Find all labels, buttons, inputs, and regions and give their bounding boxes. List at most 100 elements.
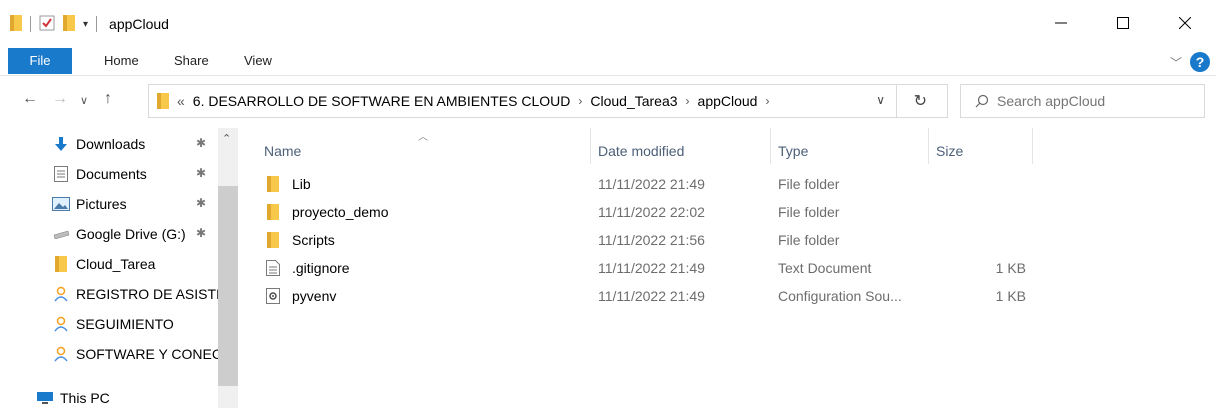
column-separator[interactable] (1032, 128, 1033, 164)
sidebar-scroll-thumb[interactable] (218, 186, 238, 386)
properties-checkbox-icon[interactable] (39, 15, 55, 34)
forward-arrow-icon[interactable]: → (52, 90, 68, 108)
pin-icon[interactable]: ✱ (196, 136, 206, 150)
title-separator (30, 16, 31, 32)
pin-icon[interactable]: ✱ (196, 196, 206, 210)
title-separator (96, 16, 98, 32)
sidebar-item-seguimiento[interactable]: SEGUIMIENTO (52, 310, 218, 338)
folder-icon (52, 255, 70, 273)
file-name: .gitignore (292, 260, 350, 276)
column-header-size[interactable]: Size (936, 138, 963, 164)
minimize-button[interactable] (1030, 0, 1092, 46)
chevron-down-icon[interactable]: ∨ (876, 93, 885, 107)
file-row[interactable]: .gitignore 11/11/2022 21:49 Text Documen… (264, 254, 1044, 282)
file-row[interactable]: proyecto_demo 11/11/2022 22:02 File fold… (264, 198, 1044, 226)
file-date: 11/11/2022 21:56 (598, 232, 705, 248)
folder-icon (10, 14, 22, 34)
recent-locations-icon[interactable]: ∨ (80, 94, 88, 107)
column-separator[interactable] (590, 128, 591, 164)
close-button[interactable] (1154, 0, 1216, 46)
sidebar-item-label: SEGUIMIENTO (76, 316, 174, 332)
column-header-name[interactable]: Name (264, 138, 301, 164)
up-arrow-icon[interactable]: ↑ (104, 90, 112, 108)
text-file-icon (264, 259, 282, 277)
file-name: Lib (292, 176, 311, 192)
sort-ascending-icon: ︿ (418, 132, 428, 143)
sidebar-item-this-pc[interactable]: This PC (36, 384, 202, 408)
customize-toolbar-icon[interactable]: ▾ (83, 19, 88, 30)
window-controls (1030, 0, 1216, 46)
address-divider (896, 85, 897, 117)
search-icon (975, 94, 989, 108)
chevron-right-icon[interactable]: › (686, 94, 690, 108)
folder-icon (264, 175, 282, 193)
drive-icon (52, 225, 70, 243)
sidebar-item-pictures[interactable]: Pictures (52, 190, 218, 218)
tab-home[interactable]: Home (104, 46, 139, 76)
pin-icon[interactable]: ✱ (196, 226, 206, 240)
tab-view[interactable]: View (244, 46, 272, 76)
expand-ribbon-icon[interactable]: ﹀ (1170, 54, 1182, 71)
download-arrow-icon (52, 135, 70, 153)
refresh-icon[interactable]: ↻ (914, 91, 927, 111)
column-separator[interactable] (928, 128, 929, 164)
file-date: 11/11/2022 21:49 (598, 288, 705, 304)
config-file-icon (264, 287, 282, 305)
ribbon-right-controls: ﹀ ? (1170, 52, 1210, 72)
sidebar-item-registro[interactable]: REGISTRO DE ASISTI (52, 280, 218, 308)
search-input[interactable] (997, 93, 1187, 109)
chevron-right-icon[interactable]: › (765, 94, 769, 108)
close-icon (1179, 17, 1191, 29)
sidebar-item-cloud-tarea[interactable]: Cloud_Tarea (52, 250, 218, 278)
scroll-up-arrow-icon[interactable]: ⌃ (222, 132, 231, 145)
pictures-icon (52, 195, 70, 213)
shared-folder-icon (52, 315, 70, 333)
sidebar-item-label: Pictures (76, 196, 127, 212)
file-row[interactable]: pyvenv 11/11/2022 21:49 Configuration So… (264, 282, 1044, 310)
sidebar-item-downloads[interactable]: Downloads (52, 130, 218, 158)
column-separator[interactable] (770, 128, 771, 164)
file-type: File folder (778, 204, 840, 220)
sidebar-item-label: SOFTWARE Y CONEC (76, 346, 218, 362)
sidebar-item-label: This PC (60, 390, 110, 406)
file-date: 11/11/2022 21:49 (598, 260, 705, 276)
tab-file[interactable]: File (8, 48, 72, 74)
minimize-icon (1055, 22, 1067, 24)
help-icon[interactable]: ? (1190, 52, 1210, 72)
file-name: proyecto_demo (292, 204, 389, 220)
sidebar-item-label: Documents (76, 166, 147, 182)
file-row[interactable]: Lib 11/11/2022 21:49 File folder (264, 170, 1044, 198)
chevron-right-icon[interactable]: › (578, 94, 582, 108)
sidebar-item-software[interactable]: SOFTWARE Y CONEC (52, 340, 218, 368)
search-box[interactable] (960, 84, 1205, 118)
breadcrumb-overflow[interactable]: « (177, 93, 185, 109)
folder-icon (264, 203, 282, 221)
breadcrumb-item[interactable]: 6. DESARROLLO DE SOFTWARE EN AMBIENTES C… (193, 93, 571, 109)
breadcrumb-item[interactable]: Cloud_Tarea3 (590, 93, 677, 109)
quick-access-toolbar: ▾ appCloud (10, 14, 169, 34)
file-list: ︿ Name Date modified Type Size Lib 11/11… (238, 128, 1216, 408)
file-type: File folder (778, 176, 840, 192)
new-folder-icon[interactable] (63, 14, 75, 34)
tab-share[interactable]: Share (174, 46, 209, 76)
file-size: 1 KB (995, 260, 1026, 276)
pin-icon[interactable]: ✱ (196, 166, 206, 180)
breadcrumb-item[interactable]: appCloud (698, 93, 758, 109)
sidebar-item-google-drive[interactable]: Google Drive (G:) (52, 220, 218, 248)
file-row[interactable]: Scripts 11/11/2022 21:56 File folder (264, 226, 1044, 254)
file-size: 1 KB (995, 288, 1026, 304)
file-name: Scripts (292, 232, 335, 248)
navigation-pane: Downloads ✱ Documents ✱ Pictures ✱ Googl… (0, 128, 238, 408)
maximize-button[interactable] (1092, 0, 1154, 46)
address-bar[interactable]: « 6. DESARROLLO DE SOFTWARE EN AMBIENTES… (148, 84, 948, 118)
column-header-type[interactable]: Type (778, 138, 808, 164)
window-title: appCloud (109, 16, 169, 32)
sidebar-item-label: Google Drive (G:) (76, 226, 186, 242)
sidebar-item-documents[interactable]: Documents (52, 160, 218, 188)
back-arrow-icon[interactable]: ← (22, 90, 38, 108)
file-date: 11/11/2022 21:49 (598, 176, 705, 192)
file-type: File folder (778, 232, 840, 248)
file-date: 11/11/2022 22:02 (598, 204, 705, 220)
column-header-date[interactable]: Date modified (598, 138, 684, 164)
file-size (936, 170, 1026, 198)
